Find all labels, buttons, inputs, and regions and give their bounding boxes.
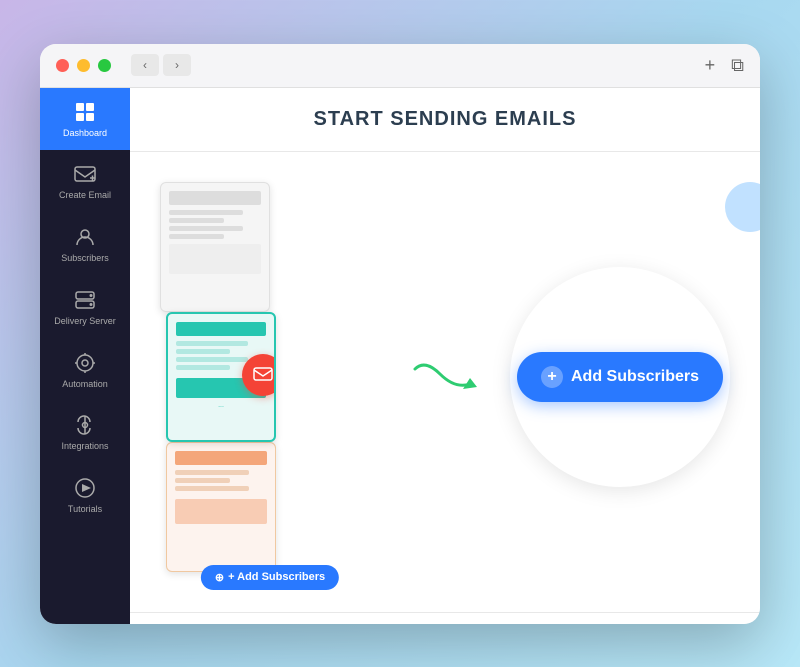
sidebar-item-integrations[interactable]: Integrations (40, 401, 130, 464)
content-area: START SENDING EMAILS (130, 88, 760, 624)
dashboard-icon (73, 100, 97, 124)
template-card-teal: ... (166, 312, 276, 442)
add-subscribers-big-button[interactable]: + Add Subscribers (517, 352, 723, 402)
hero-section: ... (130, 152, 760, 613)
red-badge (242, 354, 276, 396)
copy-window-icon[interactable]: ⧉ (731, 55, 744, 76)
nav-buttons: ‹ › (131, 54, 191, 76)
sidebar-item-delivery-server[interactable]: Delivery Server (40, 276, 130, 339)
plus-icon-small: ⊕ (215, 571, 224, 584)
sidebar: Dashboard Create Email (40, 88, 130, 624)
dashboard-label: Dashboard (63, 128, 107, 139)
add-subscribers-small-label: + Add Subscribers (228, 571, 325, 583)
template-card-peach (166, 442, 276, 572)
page-title: START SENDING EMAILS (150, 108, 740, 131)
create-email-label: Create Email (59, 190, 111, 201)
plus-circle-icon: + (541, 366, 563, 388)
sidebar-item-create-email[interactable]: Create Email (40, 150, 130, 213)
create-email-icon (73, 162, 97, 186)
forward-button[interactable]: › (163, 54, 191, 76)
below-hero: CREATE EMAIL (130, 613, 760, 624)
curved-arrow-svg (405, 349, 485, 409)
minimize-button[interactable] (77, 59, 90, 72)
maximize-button[interactable] (98, 59, 111, 72)
close-button[interactable] (56, 59, 69, 72)
big-cta-area: + Add Subscribers (510, 267, 730, 487)
subscribers-icon (73, 225, 97, 249)
integrations-icon (73, 413, 97, 437)
sidebar-item-subscribers[interactable]: Subscribers (40, 213, 130, 276)
main-layout: Dashboard Create Email (40, 88, 760, 624)
add-tab-icon[interactable]: + (705, 55, 716, 76)
white-circle: + Add Subscribers (510, 267, 730, 487)
automation-label: Automation (62, 379, 108, 390)
add-subscribers-big-label: Add Subscribers (571, 368, 699, 386)
sidebar-item-dashboard[interactable]: Dashboard (40, 88, 130, 151)
add-subscribers-small-button[interactable]: ⊕ + Add Subscribers (201, 565, 339, 590)
back-button[interactable]: ‹ (131, 54, 159, 76)
traffic-lights (56, 59, 111, 72)
tutorials-label: Tutorials (68, 504, 102, 515)
page-header: START SENDING EMAILS (130, 88, 760, 152)
delivery-server-icon (73, 288, 97, 312)
subscribers-label: Subscribers (61, 253, 109, 264)
decorative-circle (725, 182, 760, 232)
sidebar-item-tutorials[interactable]: Tutorials (40, 464, 130, 527)
arrow-container (405, 349, 485, 414)
title-bar-right: + ⧉ (705, 55, 744, 76)
tutorials-icon (73, 476, 97, 500)
integrations-label: Integrations (61, 441, 108, 452)
sidebar-item-automation[interactable]: Automation (40, 339, 130, 402)
template-cards-group: ... (160, 182, 380, 572)
browser-window: ‹ › + ⧉ Dashboard (40, 44, 760, 624)
delivery-server-label: Delivery Server (54, 316, 116, 327)
template-card-gray (160, 182, 270, 312)
title-bar: ‹ › + ⧉ (40, 44, 760, 88)
automation-icon (73, 351, 97, 375)
